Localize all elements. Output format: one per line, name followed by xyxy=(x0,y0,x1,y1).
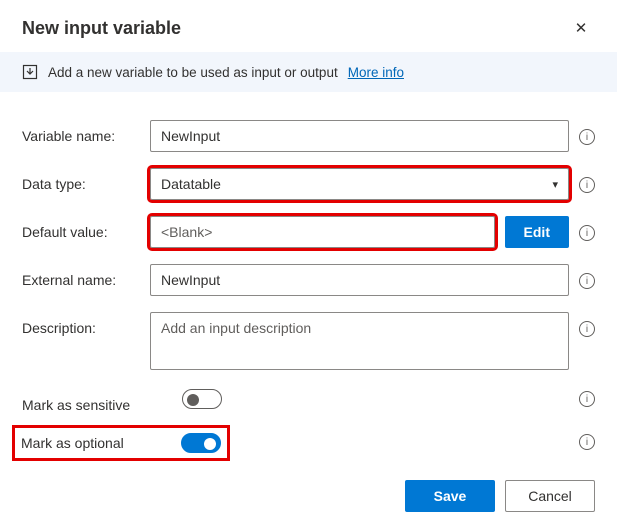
form: Variable name: i Data type: Datatable ▾ … xyxy=(0,92,617,483)
info-icon[interactable]: i xyxy=(579,273,595,289)
mark-optional-toggle[interactable] xyxy=(181,433,221,453)
default-value-field[interactable]: <Blank> xyxy=(150,216,495,248)
row-external-name: External name: i xyxy=(22,264,595,296)
info-icon[interactable]: i xyxy=(579,434,595,450)
row-variable-name: Variable name: i xyxy=(22,120,595,152)
cancel-button[interactable]: Cancel xyxy=(505,480,595,512)
row-data-type: Data type: Datatable ▾ i xyxy=(22,168,595,200)
close-button[interactable]: ✕ xyxy=(567,14,595,42)
mark-optional-highlight: Mark as optional xyxy=(12,425,230,461)
close-icon: ✕ xyxy=(575,19,588,37)
label-external-name: External name: xyxy=(22,264,150,288)
more-info-link[interactable]: More info xyxy=(348,65,404,80)
info-bar-text: Add a new variable to be used as input o… xyxy=(48,65,338,80)
chevron-down-icon: ▾ xyxy=(552,178,558,191)
edit-button[interactable]: Edit xyxy=(505,216,569,248)
info-icon[interactable]: i xyxy=(579,177,595,193)
mark-sensitive-toggle[interactable] xyxy=(182,389,222,409)
label-variable-name: Variable name: xyxy=(22,120,150,144)
save-button[interactable]: Save xyxy=(405,480,495,512)
info-bar: Add a new variable to be used as input o… xyxy=(0,52,617,92)
row-description: Description: i xyxy=(22,312,595,373)
info-icon[interactable]: i xyxy=(579,225,595,241)
info-icon[interactable]: i xyxy=(579,129,595,145)
label-data-type: Data type: xyxy=(22,168,150,192)
dialog-header: New input variable ✕ xyxy=(0,0,617,52)
info-icon[interactable]: i xyxy=(579,391,595,407)
input-variable-icon xyxy=(22,64,38,80)
variable-name-input[interactable] xyxy=(150,120,569,152)
info-icon[interactable]: i xyxy=(579,321,595,337)
dialog-title: New input variable xyxy=(22,18,567,39)
label-mark-optional: Mark as optional xyxy=(21,435,169,451)
external-name-input[interactable] xyxy=(150,264,569,296)
label-default-value: Default value: xyxy=(22,216,150,240)
label-description: Description: xyxy=(22,312,150,336)
row-mark-sensitive: Mark as sensitive i xyxy=(22,389,595,413)
label-mark-sensitive: Mark as sensitive xyxy=(22,389,182,413)
data-type-select[interactable]: Datatable ▾ xyxy=(150,168,569,200)
row-default-value: Default value: <Blank> Edit i xyxy=(22,216,595,248)
description-textarea[interactable] xyxy=(150,312,569,370)
row-mark-optional: Mark as optional i xyxy=(12,425,595,461)
data-type-value: Datatable xyxy=(161,176,221,192)
default-value-text: <Blank> xyxy=(161,224,212,240)
dialog-footer: Save Cancel xyxy=(405,480,595,512)
